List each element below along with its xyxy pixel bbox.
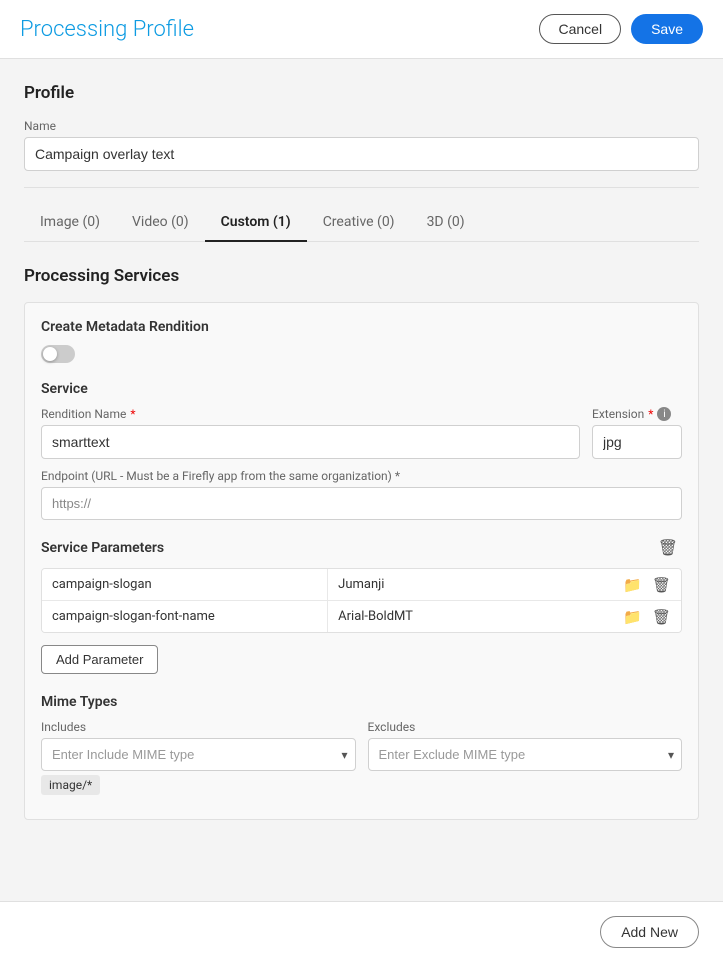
param-key-1: campaign-slogan bbox=[42, 569, 327, 600]
page-footer: Add New bbox=[0, 901, 723, 962]
section-divider bbox=[24, 187, 699, 188]
mime-excludes-select-wrap: Enter Exclude MIME type ▾ bbox=[368, 738, 683, 771]
rendition-name-col: Rendition Name * bbox=[41, 407, 580, 459]
mime-excludes-col: Excludes Enter Exclude MIME type ▾ bbox=[368, 720, 683, 795]
rendition-name-input[interactable] bbox=[41, 425, 580, 459]
title-accent: Profile bbox=[127, 17, 194, 42]
extension-input[interactable] bbox=[592, 425, 682, 459]
mime-excludes-label: Excludes bbox=[368, 720, 683, 734]
metadata-rendition-card: Create Metadata Rendition Service Rendit… bbox=[24, 302, 699, 820]
endpoint-input[interactable] bbox=[41, 487, 682, 520]
mime-includes-col: Includes Enter Include MIME type ▾ image… bbox=[41, 720, 356, 795]
mime-types-section: Mime Types Includes Enter Include MIME t… bbox=[41, 694, 682, 795]
tab-video[interactable]: Video (0) bbox=[116, 204, 205, 242]
extension-required-star: * bbox=[648, 407, 653, 421]
param-actions-2: 📁 🗑 bbox=[613, 602, 681, 632]
param-actions-1: 📁 🗑 bbox=[613, 570, 681, 600]
params-table: campaign-slogan Jumanji 📁 🗑 campaign-slo… bbox=[41, 568, 682, 633]
mime-includes-label: Includes bbox=[41, 720, 356, 734]
header-actions: Cancel Save bbox=[539, 14, 703, 44]
tab-image[interactable]: Image (0) bbox=[24, 204, 116, 242]
param-folder-button-1[interactable]: 📁 bbox=[621, 574, 644, 596]
mime-row: Includes Enter Include MIME type ▾ image… bbox=[41, 720, 682, 795]
processing-services-title: Processing Services bbox=[24, 266, 699, 286]
rendition-required-star: * bbox=[130, 407, 135, 421]
profile-section-title: Profile bbox=[24, 83, 699, 103]
rendition-row: Rendition Name * Extension * i bbox=[41, 407, 682, 459]
mime-types-title: Mime Types bbox=[41, 694, 682, 710]
toggle-knob bbox=[43, 347, 57, 361]
add-parameter-button[interactable]: Add Parameter bbox=[41, 645, 158, 674]
tab-creative[interactable]: Creative (0) bbox=[307, 204, 411, 242]
params-delete-all-button[interactable]: 🗑 bbox=[654, 536, 682, 560]
name-label: Name bbox=[24, 119, 699, 133]
param-value-1: Jumanji bbox=[327, 569, 613, 600]
name-form-group: Name bbox=[24, 119, 699, 171]
add-new-button[interactable]: Add New bbox=[600, 916, 699, 948]
tabs-container: Image (0) Video (0) Custom (1) Creative … bbox=[24, 204, 699, 242]
mime-includes-select[interactable]: Enter Include MIME type bbox=[41, 738, 356, 771]
name-input[interactable] bbox=[24, 137, 699, 171]
endpoint-group: Endpoint (URL - Must be a Firefly app fr… bbox=[41, 469, 682, 520]
save-button[interactable]: Save bbox=[631, 14, 703, 44]
param-folder-button-2[interactable]: 📁 bbox=[621, 606, 644, 628]
page-title: Processing Profile bbox=[20, 17, 194, 42]
title-plain: Processing bbox=[20, 17, 127, 42]
cancel-button[interactable]: Cancel bbox=[539, 14, 621, 44]
params-title: Service Parameters bbox=[41, 540, 164, 556]
param-value-2: Arial-BoldMT bbox=[327, 601, 613, 632]
metadata-rendition-toggle[interactable] bbox=[41, 345, 75, 363]
rendition-name-label: Rendition Name * bbox=[41, 407, 580, 421]
table-row: campaign-slogan-font-name Arial-BoldMT 📁… bbox=[42, 601, 681, 632]
toggle-wrap bbox=[41, 345, 682, 367]
tab-3d[interactable]: 3D (0) bbox=[411, 204, 481, 242]
service-section: Service Rendition Name * Extension * i bbox=[41, 381, 682, 795]
extension-label: Extension * i bbox=[592, 407, 682, 421]
param-delete-button-1[interactable]: 🗑 bbox=[650, 574, 673, 596]
mime-includes-tag: image/* bbox=[41, 775, 100, 795]
param-key-2: campaign-slogan-font-name bbox=[42, 601, 327, 632]
table-row: campaign-slogan Jumanji 📁 🗑 bbox=[42, 569, 681, 601]
page-header: Processing Profile Cancel Save bbox=[0, 0, 723, 59]
mime-includes-select-wrap: Enter Include MIME type ▾ bbox=[41, 738, 356, 771]
service-label: Service bbox=[41, 381, 682, 397]
param-delete-button-2[interactable]: 🗑 bbox=[650, 606, 673, 628]
mime-excludes-select[interactable]: Enter Exclude MIME type bbox=[368, 738, 683, 771]
extension-col: Extension * i bbox=[592, 407, 682, 459]
endpoint-label: Endpoint (URL - Must be a Firefly app fr… bbox=[41, 469, 682, 483]
main-content: Profile Name Image (0) Video (0) Custom … bbox=[0, 59, 723, 860]
params-header: Service Parameters 🗑 bbox=[41, 536, 682, 560]
extension-info-icon[interactable]: i bbox=[657, 407, 671, 421]
card-title: Create Metadata Rendition bbox=[41, 319, 682, 335]
tab-custom[interactable]: Custom (1) bbox=[205, 204, 307, 242]
